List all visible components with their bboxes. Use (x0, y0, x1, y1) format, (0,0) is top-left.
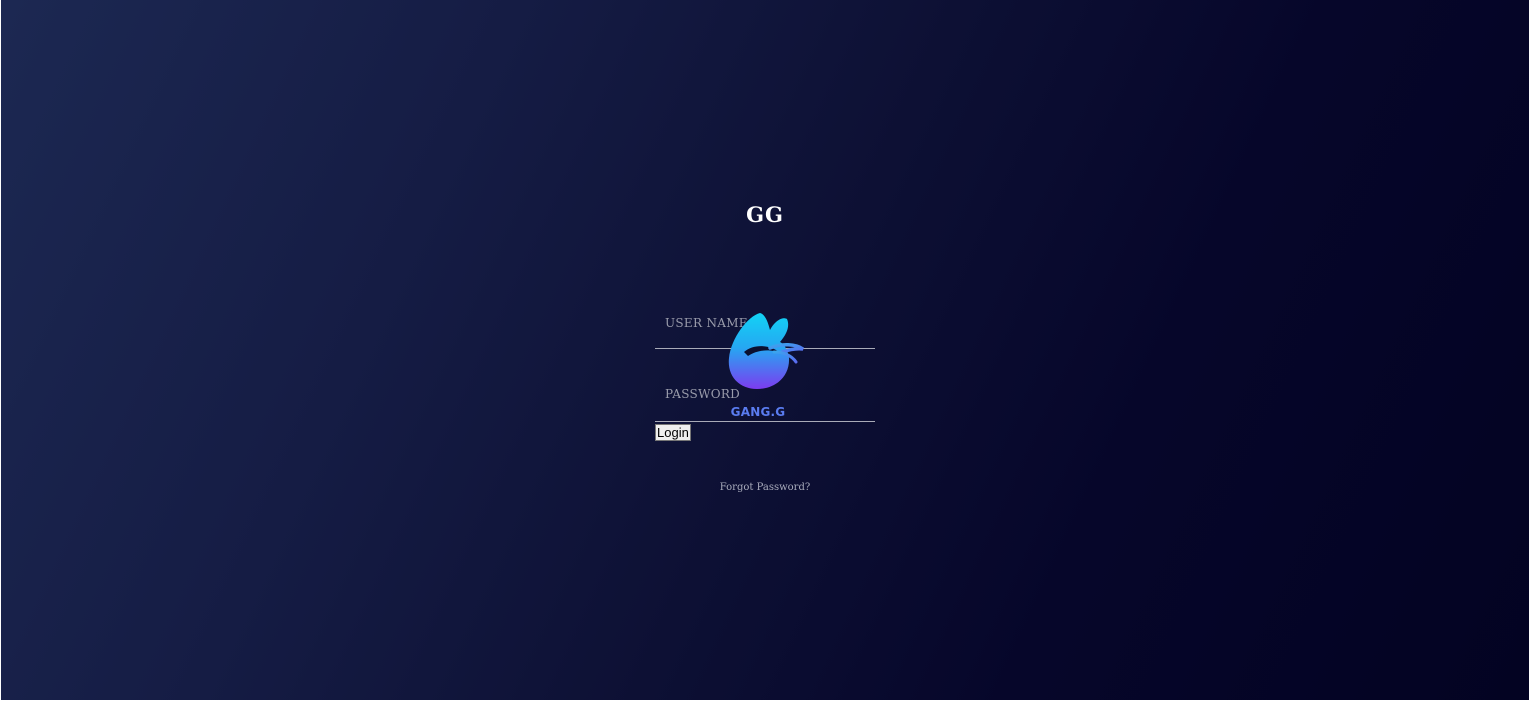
login-page: GG USER NAME PASSWORD Login Forgot Passw… (1, 0, 1529, 700)
forgot-password-link[interactable]: Forgot Password? (1, 482, 1529, 493)
logo-text: GANG.G (730, 405, 786, 419)
login-button[interactable]: Login (655, 424, 691, 441)
app-title: GG (746, 202, 784, 227)
butterfly-g-logo-icon (728, 313, 805, 389)
